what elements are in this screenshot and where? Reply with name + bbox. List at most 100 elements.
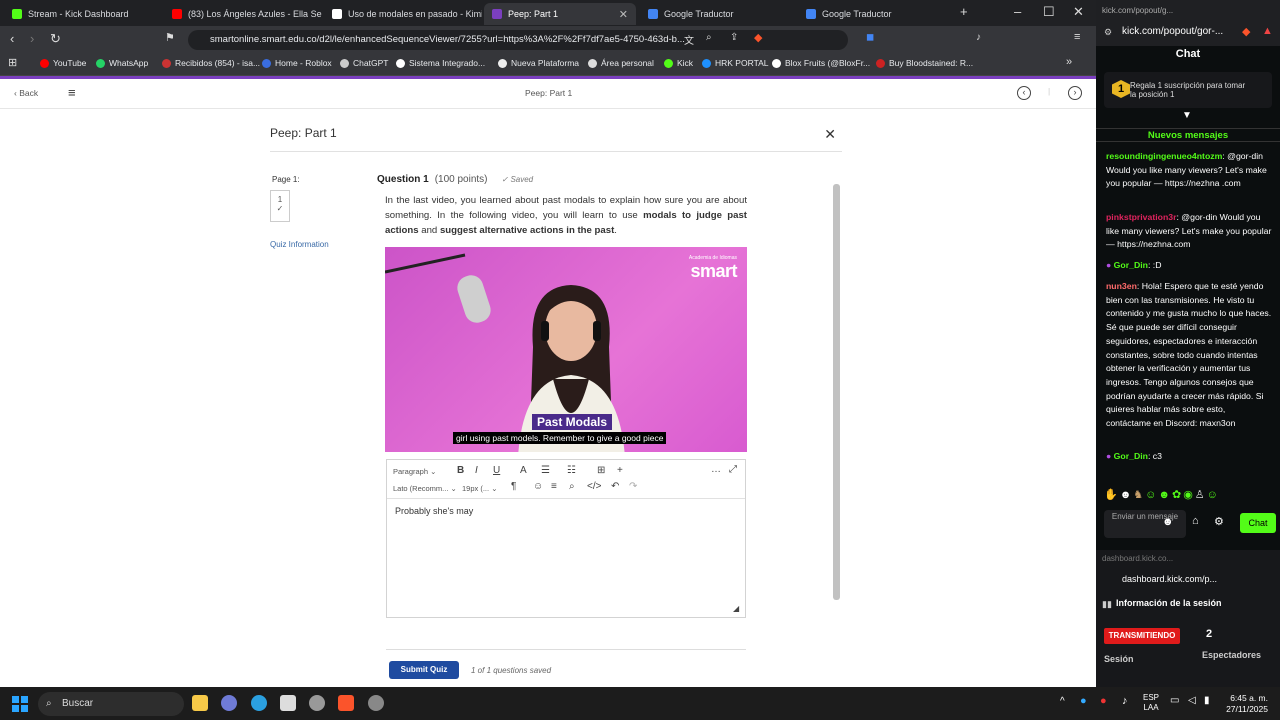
windows-start-icon[interactable]: [12, 696, 28, 712]
more-icon[interactable]: …: [711, 464, 721, 475]
bookmark-outlook[interactable]: Recibidos (854) - isa...: [162, 58, 260, 68]
filter-icon[interactable]: ▼: [1182, 110, 1192, 121]
size-select[interactable]: 19px (... ⌄: [462, 484, 497, 493]
settings-icon[interactable]: ⚙: [1214, 515, 1224, 528]
tray-app-icon[interactable]: ●: [1100, 695, 1107, 707]
bookmark-chatgpt[interactable]: ChatGPT: [340, 58, 388, 68]
scrollbar-thumb[interactable]: [833, 184, 840, 600]
bold-icon[interactable]: B: [457, 465, 464, 476]
reload-icon[interactable]: ↻: [50, 31, 61, 47]
page-scrollbar[interactable]: [833, 174, 840, 672]
italic-icon[interactable]: I: [475, 465, 478, 476]
bookmark-sistema[interactable]: Sistema Integrado...: [396, 58, 485, 68]
share-icon[interactable]: ⇪: [730, 32, 738, 43]
close-icon[interactable]: ✕: [824, 126, 836, 143]
format-select[interactable]: Paragraph ⌄: [393, 467, 436, 476]
tray-app-icon[interactable]: ●: [1080, 695, 1087, 707]
network-icon[interactable]: ▭: [1170, 695, 1179, 706]
special-char-icon[interactable]: ≡: [551, 481, 557, 492]
language-indicator[interactable]: ESP LAA: [1143, 693, 1159, 713]
emote-bar[interactable]: ✋☻♞☺☻✿◉♙☺: [1104, 488, 1220, 501]
tab-kick-dashboard[interactable]: Stream - Kick Dashboard: [4, 3, 162, 25]
tray-expand-icon[interactable]: ^: [1060, 696, 1065, 707]
forward-icon[interactable]: ›: [30, 31, 34, 46]
chat-popout-url[interactable]: kick.com/popout/gor-...: [1122, 26, 1223, 37]
chat-username[interactable]: Gor_Din: [1114, 451, 1148, 461]
brave-shield-icon[interactable]: ◆: [754, 31, 762, 44]
font-select[interactable]: Lato (Recomm... ⌄: [393, 484, 457, 493]
submit-quiz-button[interactable]: Submit Quiz: [389, 661, 459, 679]
emoji-icon[interactable]: ☻: [1162, 516, 1174, 528]
back-icon[interactable]: ‹: [10, 31, 14, 46]
tab-google-translate[interactable]: Google Traductor: [640, 3, 798, 25]
bookmark-youtube[interactable]: YouTube: [40, 58, 86, 68]
menu-icon[interactable]: ≡: [1074, 31, 1080, 43]
strikethrough-icon[interactable]: A: [520, 465, 527, 476]
next-icon[interactable]: ›: [1068, 86, 1082, 100]
send-chat-button[interactable]: Chat: [1240, 513, 1276, 533]
tab-peep-part1[interactable]: Peep: Part 1 ✕: [484, 3, 636, 25]
code-icon[interactable]: </>: [587, 481, 601, 492]
edge-icon[interactable]: [251, 695, 267, 711]
store-icon[interactable]: [280, 695, 296, 711]
emoji-icon[interactable]: ☺: [533, 481, 543, 492]
underline-icon[interactable]: U: [493, 465, 500, 476]
chat-username[interactable]: pinkstprivation3r: [1106, 212, 1176, 222]
app-icon[interactable]: [309, 695, 325, 711]
paint-format-icon[interactable]: ¶: [511, 481, 516, 492]
new-tab-icon[interactable]: +: [960, 4, 968, 19]
mic-tray-icon[interactable]: ♪: [1122, 695, 1128, 707]
translate-page-icon[interactable]: 文: [684, 32, 694, 47]
close-window-icon[interactable]: ✕: [1073, 4, 1084, 20]
undo-icon[interactable]: ↶: [611, 481, 619, 492]
more-bookmarks-icon[interactable]: »: [1066, 56, 1072, 68]
back-link[interactable]: ‹ Back: [14, 88, 38, 98]
fullscreen-icon[interactable]: ⤢: [729, 464, 737, 475]
taskbar-search[interactable]: ⌕ Buscar: [38, 692, 184, 716]
tab-kimi[interactable]: Uso de modales en pasado - Kimi: [324, 3, 482, 25]
add-icon[interactable]: +: [617, 465, 623, 476]
redo-icon[interactable]: ↷: [629, 481, 637, 492]
align-icon[interactable]: ☰: [541, 465, 550, 476]
site-info-icon[interactable]: ⚙: [1104, 27, 1112, 38]
list-icon[interactable]: ☷: [567, 465, 576, 476]
video-player[interactable]: Academia de Idiomas smart Past Modals gir…: [385, 247, 747, 452]
chat-message-input[interactable]: Enviar un mensaje: [1104, 510, 1186, 538]
chat-username[interactable]: resoundingingenueo4ntozm: [1106, 151, 1222, 161]
answer-text[interactable]: Probably she's may: [395, 506, 473, 516]
brave-icon[interactable]: [338, 695, 354, 711]
bookmark-plataforma[interactable]: Nueva Plataforma: [498, 58, 579, 68]
store-icon[interactable]: ⌂: [1192, 515, 1199, 527]
maximize-icon[interactable]: ☐: [1043, 4, 1055, 20]
dashboard-url[interactable]: dashboard.kick.com/p...: [1122, 574, 1217, 584]
bookmark-area-personal[interactable]: Área personal: [588, 58, 654, 68]
volume-icon[interactable]: ◁: [1188, 695, 1196, 706]
battery-icon[interactable]: ▮: [1204, 695, 1210, 706]
close-tab-icon[interactable]: ✕: [619, 8, 628, 21]
minimize-icon[interactable]: –: [1014, 4, 1021, 19]
previous-icon[interactable]: ‹: [1017, 86, 1031, 100]
chat-username[interactable]: Gor_Din: [1114, 260, 1148, 270]
url-field[interactable]: smartonline.smart.edu.co/d2l/le/enhanced…: [188, 30, 848, 50]
extension-icon[interactable]: ◼: [866, 32, 874, 43]
apps-icon[interactable]: ⊞: [8, 56, 17, 69]
bookmark-icon[interactable]: ⚑: [165, 31, 175, 44]
new-messages-divider[interactable]: Nuevos mensajes: [1096, 128, 1280, 142]
obs-icon[interactable]: [368, 695, 384, 711]
tab-youtube[interactable]: (83) Los Ángeles Azules - Ella Se Ca: [164, 3, 322, 25]
zoom-icon[interactable]: ⌕: [706, 32, 712, 43]
chat-username[interactable]: nun3en: [1106, 281, 1137, 291]
bookmark-whatsapp[interactable]: WhatsApp: [96, 58, 148, 68]
quiz-information-link[interactable]: Quiz Information: [270, 240, 329, 249]
bookmark-x[interactable]: Blox Fruits (@BloxFr...: [772, 58, 870, 68]
page-1-nav[interactable]: 1 ✓: [270, 190, 290, 222]
resize-handle-icon[interactable]: ◢: [733, 604, 739, 613]
bookmark-roblox[interactable]: Home - Roblox: [262, 58, 332, 68]
answer-editor[interactable]: Paragraph ⌄ B I U A ☰ ☷ ⊞ + … ⤢ Lato (Re…: [386, 459, 746, 618]
music-icon[interactable]: ♪: [976, 32, 981, 43]
bookmark-hrk[interactable]: HRK PORTAL: [702, 58, 769, 68]
brave-shield-icon[interactable]: ◆: [1242, 25, 1250, 38]
bookmark-bloodstained[interactable]: Buy Bloodstained: R...: [876, 58, 973, 68]
clock[interactable]: 6:45 a. m. 27/11/2025: [1226, 693, 1268, 715]
find-icon[interactable]: ⌕: [569, 481, 575, 492]
